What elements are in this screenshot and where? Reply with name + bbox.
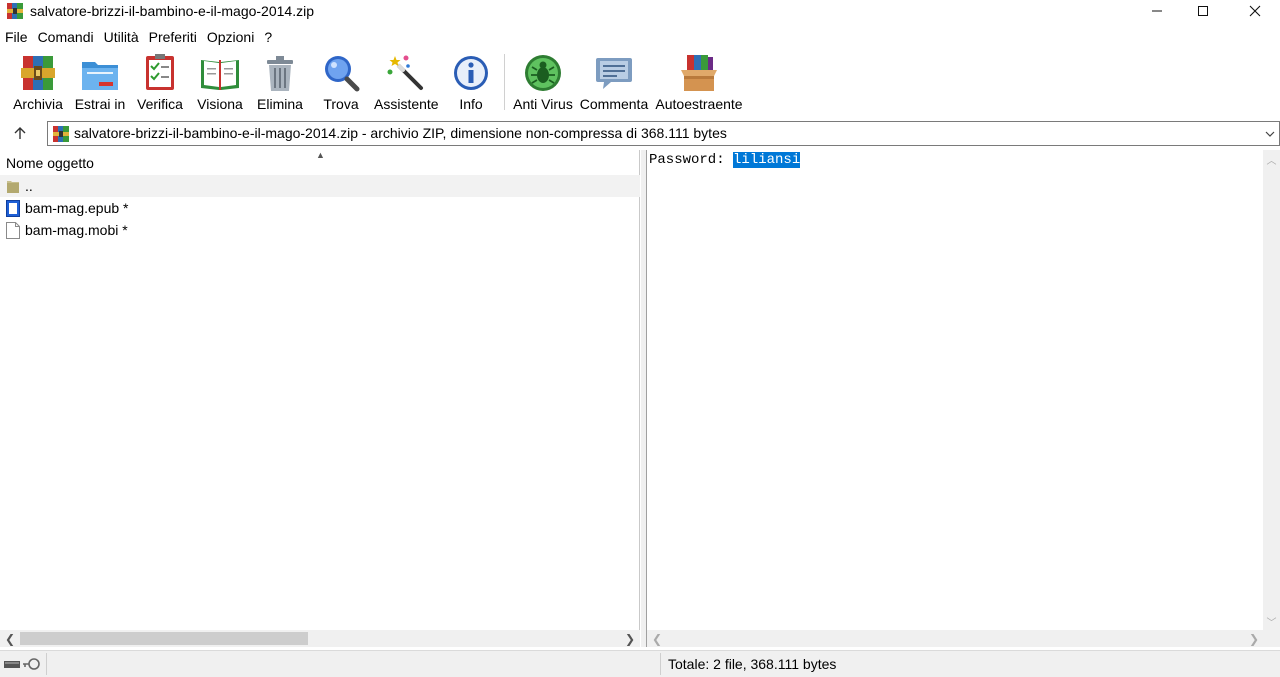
menu-preferiti[interactable]: Preferiti: [144, 27, 202, 47]
list-item-name: bam-mag.epub *: [25, 200, 129, 216]
trash-icon: [267, 56, 293, 91]
extract-folder-icon: [82, 62, 118, 90]
elimina-button[interactable]: Elimina: [254, 50, 306, 114]
verifica-label: Verifica: [137, 96, 183, 112]
list-item-parent[interactable]: ..: [0, 175, 640, 197]
list-item-name: ..: [25, 178, 33, 194]
minimize-button[interactable]: [1134, 0, 1180, 22]
chevron-down-icon: [1265, 131, 1275, 137]
magnifier-icon: [325, 56, 360, 92]
archivia-label: Archivia: [13, 96, 63, 112]
visiona-button[interactable]: Visiona: [192, 50, 248, 114]
anti-virus-button[interactable]: Anti Virus: [512, 50, 574, 114]
status-separator: [660, 653, 661, 675]
archive-file-icon: [53, 126, 69, 142]
scroll-down-icon[interactable]: ﹀: [1263, 614, 1280, 629]
drive-key-icon[interactable]: [3, 656, 45, 672]
menu-utilita[interactable]: Utilità: [99, 27, 144, 47]
sfx-box-icon: [681, 55, 717, 91]
test-checklist-icon: [146, 54, 174, 90]
toolbar-separator: [504, 54, 505, 110]
scrollbar-thumb[interactable]: [20, 632, 308, 645]
commenta-label: Commenta: [579, 96, 649, 112]
scroll-right-icon[interactable]: ❯: [1247, 630, 1261, 647]
sort-ascending-icon: ▲: [316, 150, 325, 160]
column-header-label: Nome oggetto: [6, 155, 94, 171]
menu-help[interactable]: ?: [259, 27, 277, 47]
window-title: salvatore-brizzi-il-bambino-e-il-mago-20…: [30, 3, 314, 19]
info-icon: [454, 56, 488, 90]
comment-bubble-icon: [596, 58, 632, 89]
wizard-wand-icon: [387, 55, 423, 90]
list-item-name: bam-mag.mobi *: [25, 222, 128, 238]
comment-label: Password:: [649, 152, 734, 168]
scroll-left-icon[interactable]: ❮: [650, 630, 664, 647]
epub-file-icon: [6, 200, 20, 217]
horizontal-scrollbar[interactable]: ❮ ❯: [647, 630, 1264, 647]
autoestraente-label: Autoestraente: [655, 96, 743, 112]
list-item-epub[interactable]: bam-mag.epub *: [0, 197, 640, 219]
file-list-pane[interactable]: ▲ Nome oggetto .. bam-mag.epub * bam-mag…: [0, 150, 640, 647]
menu-comandi[interactable]: Comandi: [33, 27, 99, 47]
antivirus-bug-icon: [525, 55, 561, 91]
arrow-up-icon: [14, 127, 26, 139]
assistente-label: Assistente: [374, 96, 439, 112]
menu-file[interactable]: File: [0, 27, 33, 47]
selected-password[interactable]: liliansi: [733, 152, 801, 168]
archive-books-icon: [21, 56, 55, 90]
maximize-button[interactable]: [1180, 0, 1226, 22]
close-button[interactable]: [1232, 0, 1278, 22]
winrar-app-icon[interactable]: [6, 2, 24, 20]
scroll-left-icon[interactable]: ❮: [3, 630, 17, 647]
close-icon: [1249, 5, 1261, 17]
toolbar: Archivia Estrai in Verifica Visiona Elim…: [0, 50, 1280, 116]
list-item-mobi[interactable]: bam-mag.mobi *: [0, 219, 640, 241]
column-header-name[interactable]: ▲ Nome oggetto: [0, 150, 640, 175]
trova-label: Trova: [323, 96, 359, 112]
autoestraente-button[interactable]: Autoestraente: [654, 50, 744, 114]
commenta-button[interactable]: Commenta: [578, 50, 650, 114]
estrai-in-button[interactable]: Estrai in: [72, 50, 128, 114]
minimize-icon: [1152, 10, 1162, 12]
address-row: salvatore-brizzi-il-bambino-e-il-mago-20…: [0, 119, 1280, 148]
vertical-scrollbar[interactable]: ︿ ﹀: [1263, 150, 1280, 630]
view-book-icon: [201, 60, 239, 90]
horizontal-scrollbar[interactable]: ❮ ❯: [0, 630, 640, 647]
status-bar: Totale: 2 file, 368.111 bytes: [0, 650, 1280, 677]
address-bar[interactable]: salvatore-brizzi-il-bambino-e-il-mago-20…: [47, 121, 1280, 146]
up-folder-button[interactable]: [8, 122, 32, 144]
generic-file-icon: [6, 222, 20, 239]
estrai-in-label: Estrai in: [74, 96, 126, 112]
scroll-right-icon[interactable]: ❯: [623, 630, 637, 647]
maximize-icon: [1198, 6, 1208, 16]
comment-text[interactable]: Password: liliansi: [649, 151, 801, 169]
status-separator: [46, 653, 47, 675]
elimina-label: Elimina: [257, 96, 303, 112]
anti-virus-label: Anti Virus: [513, 96, 573, 112]
menu-opzioni[interactable]: Opzioni: [202, 27, 259, 47]
verifica-button[interactable]: Verifica: [134, 50, 186, 114]
visiona-label: Visiona: [197, 96, 243, 112]
comment-pane[interactable]: Password: liliansi ︿ ﹀ ❮ ❯: [646, 150, 1280, 647]
scroll-up-icon[interactable]: ︿: [1263, 152, 1280, 167]
folder-up-icon: [7, 181, 19, 193]
address-text: salvatore-brizzi-il-bambino-e-il-mago-20…: [74, 125, 727, 141]
title-bar: salvatore-brizzi-il-bambino-e-il-mago-20…: [0, 0, 1280, 26]
archivia-button[interactable]: Archivia: [10, 50, 66, 114]
status-total: Totale: 2 file, 368.111 bytes: [668, 656, 837, 672]
scrollbar-corner: [1263, 630, 1280, 647]
address-dropdown-button[interactable]: [1263, 126, 1277, 142]
info-label: Info: [459, 96, 483, 112]
menu-bar: File Comandi Utilità Preferiti Opzioni ?: [0, 27, 1280, 47]
assistente-button[interactable]: Assistente: [374, 50, 439, 114]
info-button[interactable]: Info: [448, 50, 494, 114]
trova-button[interactable]: Trova: [316, 50, 366, 114]
